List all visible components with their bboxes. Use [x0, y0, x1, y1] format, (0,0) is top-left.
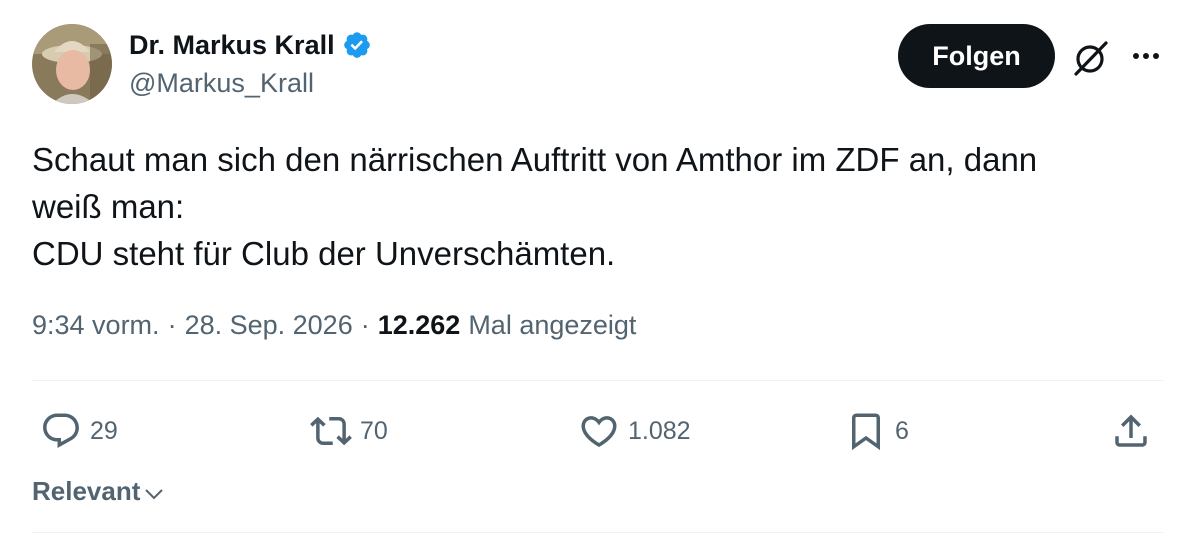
sort-replies-dropdown[interactable]: Relevant — [32, 476, 166, 507]
tweet-time[interactable]: 9:34 vorm. — [32, 310, 160, 341]
author-handle[interactable]: @Markus_Krall — [129, 68, 314, 99]
verified-badge-icon[interactable] — [342, 30, 372, 60]
meta-separator: · — [360, 310, 370, 340]
avatar[interactable] — [32, 24, 112, 104]
reply-icon — [43, 413, 79, 448]
like-button[interactable]: 1.082 — [578, 410, 691, 452]
author-name-row[interactable]: Dr. Markus Krall — [129, 26, 372, 64]
reply-button[interactable]: 29 — [40, 410, 118, 452]
bookmark-icon — [852, 413, 880, 451]
follow-button[interactable]: Folgen — [898, 24, 1055, 88]
like-count: 1.082 — [628, 416, 691, 445]
divider — [32, 380, 1164, 381]
divider — [32, 532, 1164, 533]
bookmark-button[interactable]: 6 — [845, 410, 909, 452]
chevron-down-icon — [145, 488, 164, 499]
heart-icon — [581, 416, 617, 448]
more-options-icon[interactable] — [1128, 46, 1164, 66]
share-button[interactable] — [1110, 410, 1152, 452]
tweet-date[interactable]: 28. Sep. 2026 — [185, 310, 353, 341]
sort-label: Relevant — [32, 476, 141, 506]
avatar-photo — [32, 24, 112, 104]
tweet-text: Schaut man sich den närrischen Auftritt … — [32, 141, 1038, 272]
repost-button[interactable]: 70 — [310, 410, 388, 452]
repost-count: 70 — [360, 416, 388, 445]
author-name[interactable]: Dr. Markus Krall — [129, 30, 335, 61]
grok-icon[interactable] — [1071, 38, 1111, 78]
meta-separator: · — [167, 310, 177, 340]
repost-icon — [310, 416, 352, 446]
share-icon — [1115, 414, 1147, 447]
tweet-meta: 9:34 vorm. · 28. Sep. 2026 · 12.262 Mal … — [32, 310, 636, 341]
views-label[interactable]: Mal angezeigt — [468, 310, 636, 341]
views-count[interactable]: 12.262 — [378, 310, 461, 341]
reply-count: 29 — [90, 416, 118, 445]
bookmark-count: 6 — [895, 416, 909, 445]
